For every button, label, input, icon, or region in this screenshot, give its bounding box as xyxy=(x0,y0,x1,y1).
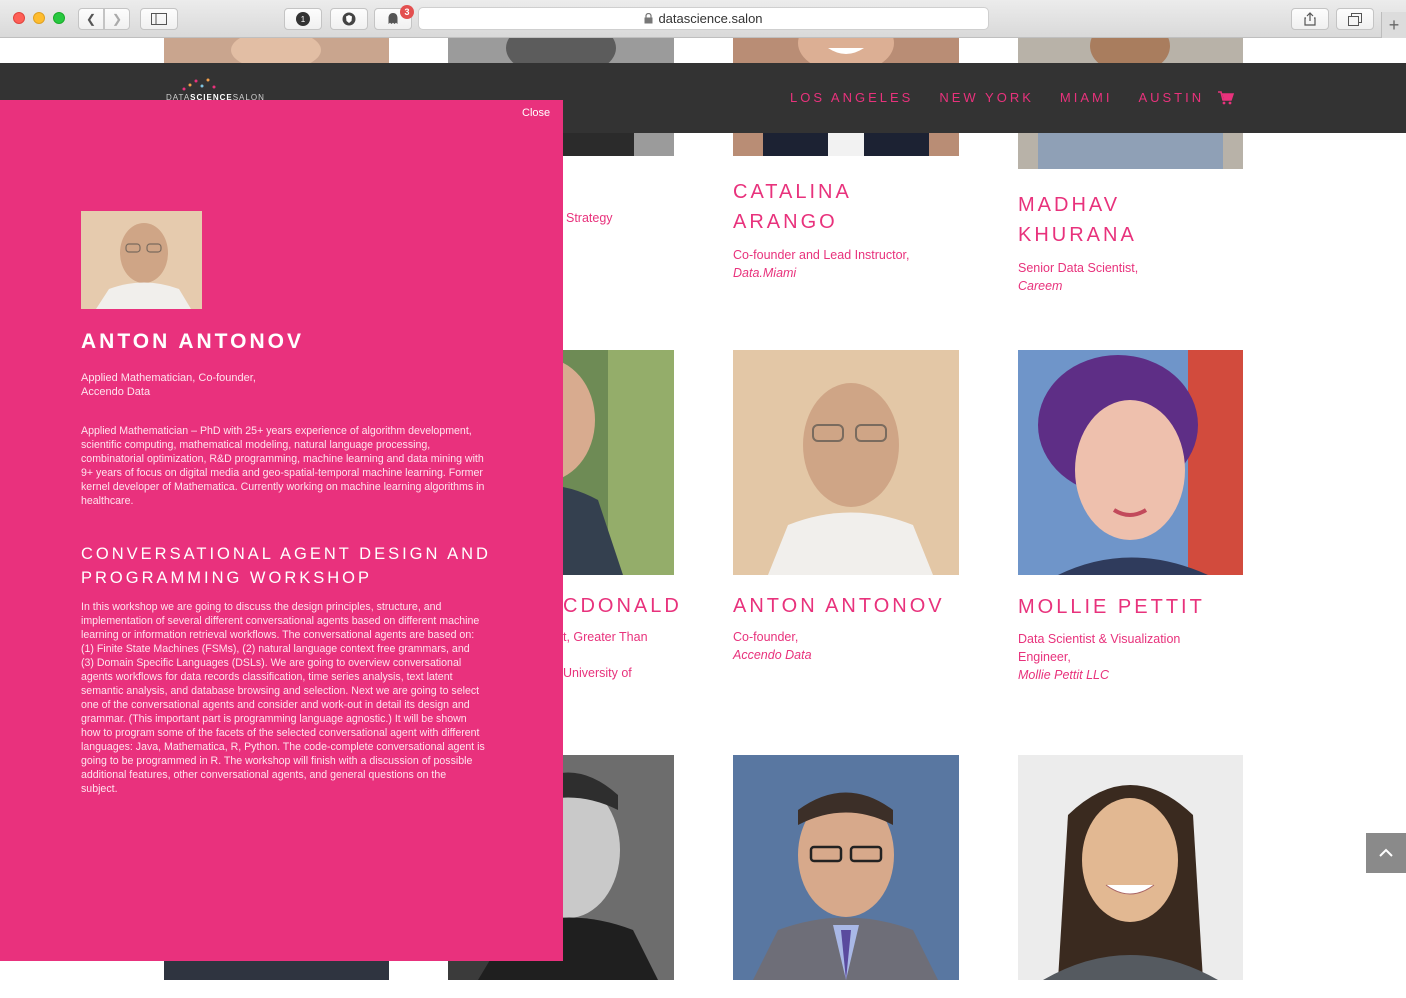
speaker-name[interactable]: CDONALD xyxy=(563,591,682,621)
speaker-company: Accendo Data xyxy=(733,648,812,662)
speaker-company: Careem xyxy=(1018,279,1063,293)
cart-icon[interactable] xyxy=(1218,91,1234,105)
modal-speaker-bio: Applied Mathematician – PhD with 25+ yea… xyxy=(81,425,485,507)
nav-link-miami[interactable]: MIAMI xyxy=(1060,90,1113,105)
speaker-title: Co-founder and Lead Instructor, xyxy=(733,248,910,262)
modal-speaker-name: ANTON ANTONOV xyxy=(81,330,304,353)
speaker-photo[interactable] xyxy=(1018,755,1243,980)
ghost-icon xyxy=(388,13,398,24)
modal-role-company: Accendo Data xyxy=(81,386,151,398)
plus-icon: + xyxy=(1388,14,1400,35)
shield-extension-button[interactable] xyxy=(330,8,368,30)
minimize-window-button[interactable] xyxy=(33,12,45,24)
speaker-company: Mollie Pettit LLC xyxy=(1018,668,1110,682)
modal-workshop-title: CONVERSATIONAL AGENT DESIGN AND PROGRAMM… xyxy=(81,545,491,587)
speaker-photo-anton-antonov[interactable] xyxy=(733,350,959,575)
speaker-role-line: t, Greater Than xyxy=(563,630,648,644)
browser-toolbar: ❮ ❯ 1 3 datascience.salon + xyxy=(0,0,1406,38)
web-page: DATASCIENCESALON LOS ANGELES NEW YORK MI… xyxy=(0,38,1406,998)
share-button[interactable] xyxy=(1291,8,1329,30)
speaker-title: Senior Data Scientist, xyxy=(1018,261,1139,275)
notification-badge: 3 xyxy=(400,5,414,19)
address-bar[interactable]: datascience.salon xyxy=(418,7,989,30)
speaker-name[interactable]: MADHAV KHURANA xyxy=(1018,190,1218,250)
nav-link-new-york[interactable]: NEW YORK xyxy=(939,90,1034,105)
new-tab-button[interactable]: + xyxy=(1381,12,1406,38)
maximize-window-button[interactable] xyxy=(53,12,65,24)
speaker-photo-mollie-pettit[interactable] xyxy=(1018,350,1243,575)
chevron-left-icon: ❮ xyxy=(85,12,97,26)
modal-speaker-role: Applied Mathematician, Co-founder, Accen… xyxy=(81,371,481,399)
speaker-name[interactable]: ANTON ANTONOV xyxy=(733,591,945,621)
tab-overview-button[interactable] xyxy=(1336,8,1374,30)
password-manager-icon: 1 xyxy=(296,12,310,26)
modal-role-title: Applied Mathematician, Co-founder, xyxy=(81,372,256,384)
speaker-role: Senior Data Scientist, Careem xyxy=(1018,259,1138,295)
speaker-role-line: University of xyxy=(563,666,632,680)
lock-icon xyxy=(644,13,653,24)
modal-workshop-description: In this workshop we are going to discuss… xyxy=(81,601,485,795)
nav-links: LOS ANGELES NEW YORK MIAMI AUSTIN xyxy=(790,90,1204,105)
sidebar-icon xyxy=(151,13,167,25)
speaker-role: Co-founder, Accendo Data xyxy=(733,628,812,664)
forward-button[interactable]: ❯ xyxy=(104,8,130,30)
password-extension-button[interactable]: 1 xyxy=(284,8,322,30)
speaker-photo[interactable] xyxy=(733,755,959,980)
close-window-button[interactable] xyxy=(13,12,25,24)
chevron-up-icon xyxy=(1379,848,1393,857)
speaker-name[interactable]: MOLLIE PETTIT xyxy=(1018,592,1205,622)
back-button[interactable]: ❮ xyxy=(78,8,104,30)
share-icon xyxy=(1304,12,1316,26)
url-text: datascience.salon xyxy=(658,11,763,26)
nav-link-austin[interactable]: AUSTIN xyxy=(1138,90,1204,105)
logo-dots-icon xyxy=(182,78,216,91)
speaker-title: Co-founder, xyxy=(733,630,799,644)
speaker-role: Data Scientist & Visualization Engineer,… xyxy=(1018,630,1218,684)
shield-icon xyxy=(342,12,356,26)
speaker-role: Co-founder and Lead Instructor, Data.Mia… xyxy=(733,246,910,282)
sidebar-toggle-button[interactable] xyxy=(140,8,178,30)
back-to-top-button[interactable] xyxy=(1366,833,1406,873)
speaker-company: Data.Miami xyxy=(733,266,797,280)
speaker-photo[interactable] xyxy=(164,38,389,63)
close-button[interactable]: Close xyxy=(522,107,550,119)
speaker-role: Strategy xyxy=(566,211,613,225)
chevron-right-icon: ❯ xyxy=(111,12,123,26)
nav-link-los-angeles[interactable]: LOS ANGELES xyxy=(790,90,913,105)
speaker-detail-modal: Close ANTON ANTONOV Applied Mathematicia… xyxy=(0,100,563,961)
speaker-title: Data Scientist & Visualization Engineer, xyxy=(1018,632,1181,664)
tabs-icon xyxy=(1348,12,1362,26)
speaker-name[interactable]: CATALINA ARANGO xyxy=(733,177,933,237)
modal-speaker-photo xyxy=(81,211,202,309)
